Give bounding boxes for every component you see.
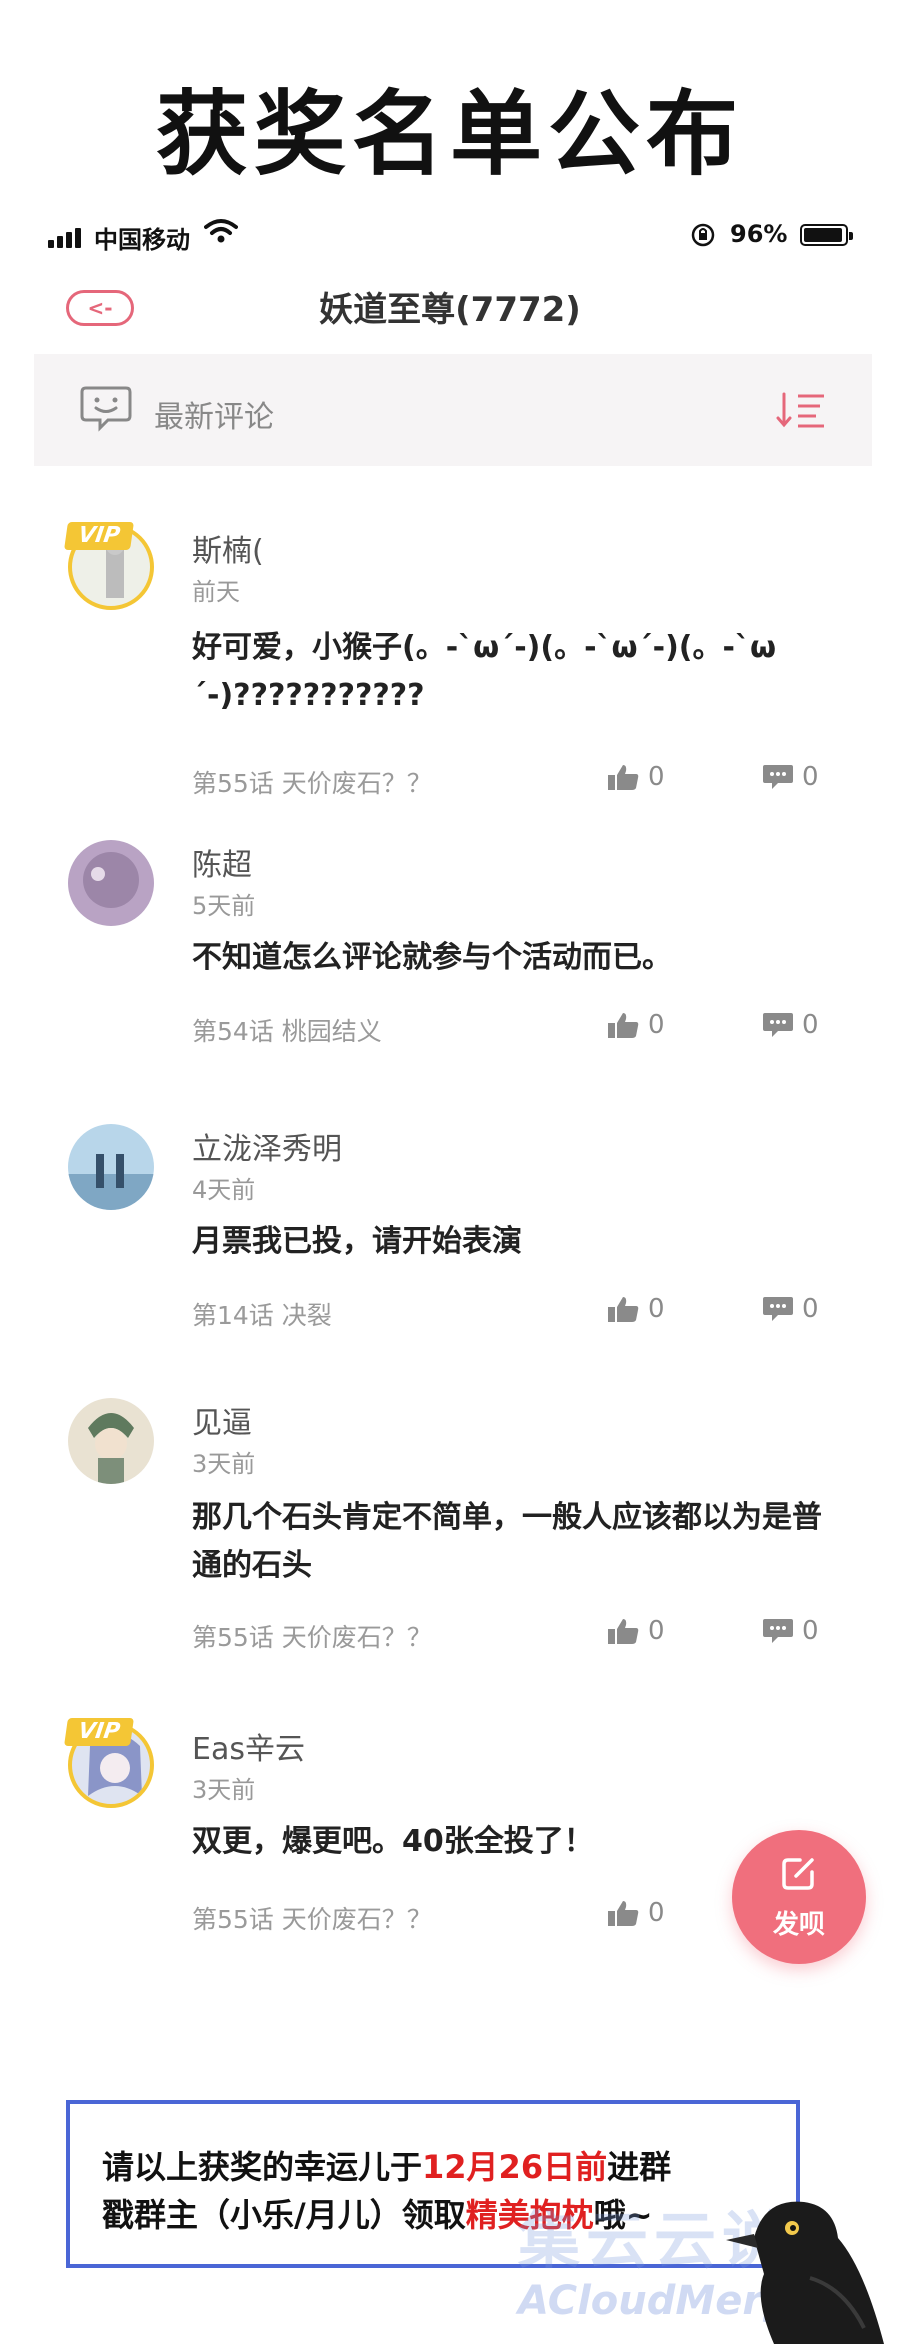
reply-icon	[763, 1013, 793, 1037]
like-count: 0	[648, 1898, 665, 1928]
like-count: 0	[648, 762, 665, 792]
chapter-link[interactable]: 第14话 决裂	[192, 1296, 332, 1332]
reply-button[interactable]: 0	[762, 1616, 819, 1646]
chapter-link[interactable]: 第55话 天价废石？？	[192, 1618, 432, 1654]
crow-mascot-icon	[726, 2201, 884, 2344]
comment-time: 3天前	[192, 1776, 256, 1804]
rotation-lock-icon	[691, 223, 715, 247]
banner-title: 获奖名单公布	[155, 81, 744, 188]
avatar[interactable]	[68, 1124, 154, 1210]
comment-time: 5天前	[192, 892, 256, 920]
comment-bubble-icon	[80, 386, 132, 432]
reply-count: 0	[802, 1010, 819, 1040]
reply-button[interactable]: 0	[762, 762, 819, 792]
comment-username[interactable]: Eas辛云	[192, 1724, 305, 1768]
signal-icon	[48, 228, 81, 248]
comment-text: 那几个石头肯定不简单，一般人应该都以为是普通的石头	[192, 1500, 822, 1583]
sort-icon[interactable]	[776, 390, 826, 430]
reply-icon	[763, 765, 793, 789]
like-button[interactable]: 0	[606, 1898, 665, 1928]
notice-text: 请以上获奖的幸运儿于	[102, 2148, 423, 2186]
comment-text: 月票我已投，请开始表演	[192, 1224, 522, 1259]
chapter-link[interactable]: 第55话 天价废石？？	[192, 1900, 432, 1936]
like-button[interactable]: 0	[606, 1294, 665, 1324]
comment-time: 3天前	[192, 1450, 256, 1478]
comment-username[interactable]: 陈超	[192, 840, 252, 884]
post-comment-button[interactable]: 发呗	[732, 1830, 866, 1964]
avatar[interactable]	[68, 840, 154, 926]
like-button[interactable]: 0	[606, 762, 665, 792]
comment-time: 前天	[192, 578, 240, 606]
vip-badge: VIP	[64, 1718, 134, 1746]
reply-icon	[763, 1297, 793, 1321]
section-label: 最新评论	[154, 400, 274, 435]
like-count: 0	[648, 1010, 665, 1040]
reply-count: 0	[802, 762, 819, 792]
carrier-label: 中国移动	[94, 226, 190, 254]
thumbs-up-icon	[608, 1013, 639, 1038]
notice-line-1: 请以上获奖的幸运儿于12月26日前进群	[102, 2142, 671, 2188]
edit-icon	[782, 1858, 814, 1890]
reply-button[interactable]: 0	[762, 1294, 819, 1324]
fab-label: 发呗	[772, 1910, 825, 1940]
notice-text: 戳群主（小乐/月儿）领取	[102, 2196, 466, 2234]
reply-count: 0	[802, 1294, 819, 1324]
battery-icon	[800, 224, 853, 246]
chapter-link[interactable]: 第55话 天价废石？？	[192, 764, 432, 800]
thumbs-up-icon	[608, 1297, 639, 1322]
comment-username[interactable]: 立泷泽秀明	[192, 1124, 342, 1168]
comment-username[interactable]: 见逼	[192, 1398, 252, 1442]
comments-section-header: 最新评论	[34, 354, 872, 466]
thumbs-up-icon	[608, 765, 639, 790]
notice-deadline: 12月26日前	[422, 2148, 608, 2186]
reply-button[interactable]: 0	[762, 1010, 819, 1040]
like-button[interactable]: 0	[606, 1010, 665, 1040]
chapter-link[interactable]: 第54话 桃园结义	[192, 1012, 382, 1048]
thumbs-up-icon	[608, 1619, 639, 1644]
comment-text: 不知道怎么评论就参与个活动而已。	[192, 940, 672, 975]
comment-text: 好可爱，小猴子(。-`ω´-)(。-`ω´-)(。-`ω´-)?????????…	[192, 630, 777, 713]
avatar[interactable]	[68, 1398, 154, 1484]
nav-bar: <- 妖道至尊(7772)	[0, 270, 900, 340]
wifi-icon	[204, 219, 238, 243]
like-count: 0	[648, 1616, 665, 1646]
reply-count: 0	[802, 1616, 819, 1646]
comment-username[interactable]: 斯楠(	[192, 526, 264, 570]
notice-text: 进群	[607, 2148, 672, 2186]
reply-icon	[763, 1619, 793, 1643]
comment-time: 4天前	[192, 1176, 256, 1204]
page-title: 妖道至尊(7772)	[319, 290, 581, 330]
battery-percent: 96%	[730, 220, 788, 248]
thumbs-up-icon	[608, 1901, 639, 1926]
vip-badge: VIP	[64, 522, 134, 550]
like-count: 0	[648, 1294, 665, 1324]
status-bar: 中国移动 96%	[0, 212, 900, 256]
like-button[interactable]: 0	[606, 1616, 665, 1646]
